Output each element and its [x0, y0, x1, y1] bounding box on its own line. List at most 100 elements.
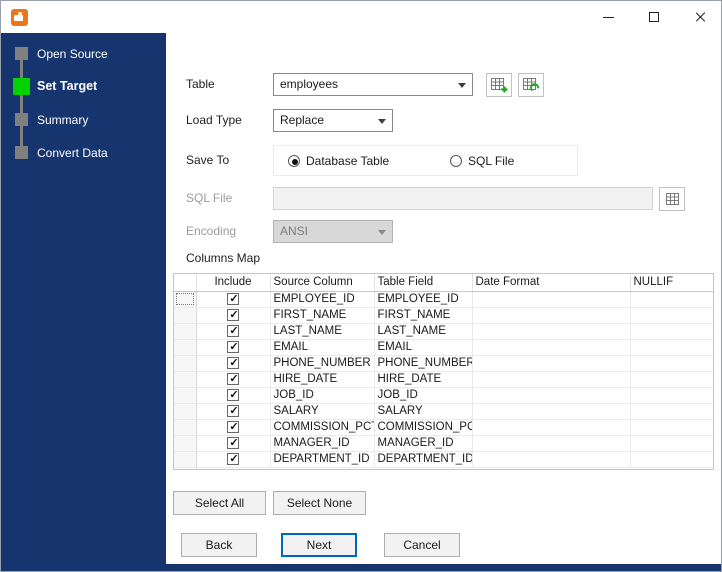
load-type-dropdown[interactable]: Replace [273, 109, 393, 132]
nullif-cell[interactable] [630, 323, 713, 340]
create-table-button[interactable] [486, 73, 512, 97]
nullif-cell[interactable] [630, 355, 713, 372]
columns-map-grid: Include Source Column Table Field Date F… [173, 273, 714, 470]
nullif-cell[interactable] [630, 387, 713, 404]
header-source-column[interactable]: Source Column [270, 274, 375, 292]
select-none-button[interactable]: Select None [273, 491, 366, 515]
header-nullif[interactable]: NULLIF [630, 274, 713, 292]
row-header-cell[interactable] [174, 435, 197, 452]
nullif-cell[interactable] [630, 403, 713, 420]
include-cell [196, 355, 271, 372]
table-row[interactable]: PHONE_NUMBER PHONE_NUMBER [174, 355, 713, 372]
browse-file-icon [665, 192, 679, 205]
nullif-cell[interactable] [630, 291, 713, 308]
include-checkbox[interactable] [227, 356, 240, 370]
back-button[interactable]: Back [181, 533, 257, 557]
nullif-cell[interactable] [630, 451, 713, 468]
include-checkbox[interactable] [227, 388, 240, 402]
date-format-cell[interactable] [472, 355, 631, 372]
include-checkbox[interactable] [227, 292, 240, 306]
database-table-radio[interactable] [288, 155, 300, 167]
date-format-cell[interactable] [472, 307, 631, 324]
date-format-cell[interactable] [472, 387, 631, 404]
step-connector-line [20, 53, 23, 153]
table-row[interactable]: COMMISSION_PCT COMMISSION_PC [174, 419, 713, 436]
date-format-cell[interactable] [472, 371, 631, 388]
cancel-button[interactable]: Cancel [384, 533, 460, 557]
table-dropdown[interactable]: employees [273, 73, 473, 96]
row-header-cell[interactable] [174, 307, 197, 324]
include-checkbox[interactable] [227, 308, 240, 322]
columns-map-label: Columns Map [186, 251, 261, 265]
date-format-cell[interactable] [472, 419, 631, 436]
row-header-cell[interactable] [174, 339, 197, 356]
table-row[interactable]: LAST_NAME LAST_NAME [174, 323, 713, 340]
date-format-cell[interactable] [472, 451, 631, 468]
sql-file-radio[interactable] [450, 155, 462, 167]
date-format-cell[interactable] [472, 339, 631, 356]
table-row[interactable]: JOB_ID JOB_ID [174, 387, 713, 404]
nullif-cell[interactable] [630, 339, 713, 356]
row-header-cell[interactable] [174, 323, 197, 340]
row-header-cell[interactable] [174, 403, 197, 420]
maximize-button[interactable] [631, 1, 677, 33]
browse-sql-file-button[interactable] [659, 187, 685, 211]
table-row[interactable]: MANAGER_ID MANAGER_ID [174, 435, 713, 452]
include-checkbox[interactable] [227, 324, 240, 338]
include-checkbox[interactable] [227, 372, 240, 386]
nullif-cell[interactable] [630, 371, 713, 388]
table-row[interactable]: EMAIL EMAIL [174, 339, 713, 356]
save-to-label: Save To [186, 153, 230, 167]
next-button[interactable]: Next [281, 533, 357, 557]
row-header-cell[interactable] [174, 291, 197, 308]
header-include[interactable]: Include [196, 274, 271, 292]
encoding-dropdown-value: ANSI [280, 224, 309, 238]
include-checkbox[interactable] [227, 340, 240, 354]
source-column-cell: JOB_ID [270, 387, 375, 404]
row-header-cell[interactable] [174, 451, 197, 468]
include-cell [196, 307, 271, 324]
sql-file-radio-label[interactable]: SQL File [468, 154, 514, 169]
table-add-icon [490, 77, 507, 92]
database-table-radio-label[interactable]: Database Table [306, 154, 389, 169]
table-field-cell: EMAIL [374, 339, 473, 356]
row-header-cell[interactable] [174, 371, 197, 388]
date-format-cell[interactable] [472, 323, 631, 340]
date-format-cell[interactable] [472, 435, 631, 452]
include-checkbox[interactable] [227, 452, 240, 466]
header-date-format[interactable]: Date Format [472, 274, 631, 292]
source-column-cell: EMPLOYEE_ID [270, 291, 375, 308]
table-field-cell: JOB_ID [374, 387, 473, 404]
table-field-cell: EMPLOYEE_ID [374, 291, 473, 308]
minimize-button[interactable] [585, 1, 631, 33]
include-checkbox[interactable] [227, 404, 240, 418]
date-format-cell[interactable] [472, 291, 631, 308]
row-header-cell[interactable] [174, 355, 197, 372]
table-row[interactable]: EMPLOYEE_ID EMPLOYEE_ID [174, 291, 713, 308]
nullif-cell[interactable] [630, 435, 713, 452]
close-button[interactable] [677, 1, 721, 33]
include-checkbox[interactable] [227, 436, 240, 450]
app-icon[interactable] [11, 9, 28, 26]
select-all-button[interactable]: Select All [173, 491, 266, 515]
include-checkbox[interactable] [227, 420, 240, 434]
main-panel: Table employees Load Type Replace Save T… [166, 33, 721, 566]
refresh-tables-button[interactable] [518, 73, 544, 97]
table-row[interactable]: FIRST_NAME FIRST_NAME [174, 307, 713, 324]
row-header-cell[interactable] [174, 387, 197, 404]
table-row[interactable]: HIRE_DATE HIRE_DATE [174, 371, 713, 388]
source-column-cell: LAST_NAME [270, 323, 375, 340]
include-cell [196, 339, 271, 356]
chevron-down-icon [378, 119, 386, 124]
table-field-cell: PHONE_NUMBER [374, 355, 473, 372]
row-header-cell[interactable] [174, 419, 197, 436]
nullif-cell[interactable] [630, 419, 713, 436]
include-cell [196, 371, 271, 388]
table-row[interactable]: DEPARTMENT_ID DEPARTMENT_ID [174, 451, 713, 468]
wizard-sidebar: Open Source Set Target Summary Convert D… [1, 33, 166, 571]
date-format-cell[interactable] [472, 403, 631, 420]
table-row[interactable]: SALARY SALARY [174, 403, 713, 420]
nullif-cell[interactable] [630, 307, 713, 324]
header-table-field[interactable]: Table Field [374, 274, 473, 292]
chevron-down-icon [458, 83, 466, 88]
